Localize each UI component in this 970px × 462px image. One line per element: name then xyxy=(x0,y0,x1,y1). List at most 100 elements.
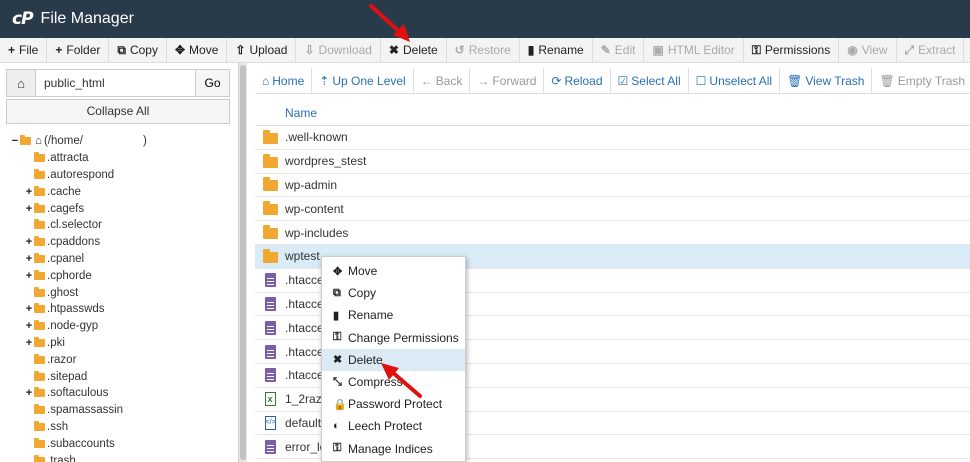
table-row[interactable]: wp-admin xyxy=(255,174,970,198)
menu-item-rename[interactable]: ▮ Rename xyxy=(322,304,465,326)
toolbar-file-button[interactable]: + File xyxy=(0,38,48,62)
file-icon: + xyxy=(8,43,16,57)
collapse-all-button[interactable]: Collapse All xyxy=(6,99,230,124)
folder-icon xyxy=(34,152,45,163)
pane-splitter[interactable] xyxy=(238,63,247,462)
folder-icon xyxy=(34,219,45,230)
toolbar-label: Edit xyxy=(614,43,636,57)
nav-label: Up One Level xyxy=(332,73,406,88)
tree-item[interactable]: .subaccounts xyxy=(10,435,236,452)
menu-item-label: Leech Protect xyxy=(348,419,423,434)
tree-item[interactable]: + .node-gyp xyxy=(10,318,236,335)
folder-icon xyxy=(255,129,285,144)
table-row[interactable]: .well-known xyxy=(255,126,970,150)
nav-view-trash-button[interactable]: 🗑 View Trash xyxy=(780,67,873,94)
expand-icon[interactable]: + xyxy=(24,236,34,248)
nav-unselect-all-button[interactable]: ☐ Unselect All xyxy=(689,67,781,94)
tree-item-label: .node-gyp xyxy=(47,320,99,333)
toolbar-extract-button[interactable]: ⤢ Extract xyxy=(897,38,965,62)
up-one-level-icon: ⇡ xyxy=(319,73,330,88)
tree-item[interactable]: + .cpanel xyxy=(10,251,236,268)
file-name: .well-known xyxy=(285,130,348,145)
table-row[interactable]: wp-includes xyxy=(255,221,970,245)
move-icon: ✥ xyxy=(174,43,186,57)
menu-item-label: Manage Indices xyxy=(348,441,433,456)
tree-item[interactable]: + .cagefs xyxy=(10,200,236,217)
toolbar-restore-button[interactable]: ↺ Restore xyxy=(447,38,520,62)
menu-item-label: Change Permissions xyxy=(348,330,459,345)
tree-item-label: .autorespond xyxy=(47,168,115,181)
nav-reload-button[interactable]: ⟳ Reload xyxy=(544,67,611,94)
empty-trash-icon: 🗑 xyxy=(879,73,895,88)
scrollbar-thumb[interactable] xyxy=(240,65,246,460)
tree-item[interactable]: + .cache xyxy=(10,183,236,200)
menu-item-move[interactable]: ✥ Move xyxy=(322,260,465,282)
home-icon: ⌂ xyxy=(262,73,270,88)
toolbar-permissions-button[interactable]: ⚿ Permissions xyxy=(744,38,840,62)
go-button[interactable]: Go xyxy=(196,69,230,97)
nav-back-button[interactable]: ← Back xyxy=(414,67,471,94)
menu-item-leech-protect[interactable]: ◐ Leech Protect xyxy=(322,415,465,437)
menu-item-label: Move xyxy=(348,264,378,279)
toolbar-upload-button[interactable]: ⇧ Upload xyxy=(227,38,297,62)
copy-icon: ⧉ xyxy=(333,286,341,299)
toolbar-folder-button[interactable]: + Folder xyxy=(47,38,110,62)
collapse-toggle-icon[interactable]: − xyxy=(10,135,20,147)
tree-item-label: .spamassassin xyxy=(47,404,124,417)
tree-item[interactable]: .razor xyxy=(10,351,236,368)
toolbar-copy-button[interactable]: ⧉ Copy xyxy=(109,38,167,62)
expand-icon[interactable]: + xyxy=(24,253,34,265)
view-icon: ◉ xyxy=(847,43,858,57)
tree-item[interactable]: .spamassassin xyxy=(10,402,236,419)
expand-icon[interactable]: + xyxy=(24,203,34,215)
tree-item[interactable]: + .htpasswds xyxy=(10,301,236,318)
nav-forward-button[interactable]: → Forward xyxy=(470,67,545,94)
home-icon[interactable]: ⌂ xyxy=(6,69,36,97)
expand-icon[interactable]: + xyxy=(24,303,34,315)
tree-item-label: .trash xyxy=(47,454,76,462)
tree-item-label: .cphorde xyxy=(47,269,92,282)
tree-item[interactable]: .autorespond xyxy=(10,167,236,184)
expand-icon[interactable]: + xyxy=(24,387,34,399)
menu-item-manage-indices[interactable]: ⚿ Manage Indices xyxy=(322,438,465,460)
expand-icon[interactable]: + xyxy=(24,186,34,198)
tree-root[interactable]: − ⌂ (/home/ ) xyxy=(10,133,236,150)
unselect-all-icon: ☐ xyxy=(695,73,707,88)
nav-up-one-level-button[interactable]: ⇡ Up One Level xyxy=(312,67,414,94)
tree-item[interactable]: + .cpaddons xyxy=(10,234,236,251)
tree-item[interactable]: + .softaculous xyxy=(10,385,236,402)
tree-item[interactable]: .sitepad xyxy=(10,368,236,385)
menu-item-copy[interactable]: ⧉ Copy xyxy=(322,282,465,304)
folder-icon xyxy=(34,236,45,247)
table-row[interactable]: wordpres_stest xyxy=(255,150,970,174)
nav-empty-trash-button[interactable]: 🗑 Empty Trash xyxy=(872,68,970,94)
tree-item[interactable]: + .pki xyxy=(10,335,236,352)
tree-item[interactable]: .attracta xyxy=(10,150,236,167)
folder-icon xyxy=(34,303,45,314)
tree-item[interactable]: + .cphorde xyxy=(10,267,236,284)
tree-item-label: .sitepad xyxy=(47,370,88,383)
forward-icon: → xyxy=(477,73,490,88)
menu-item-change-permissions[interactable]: ⚿ Change Permissions xyxy=(322,327,465,349)
toolbar-move-button[interactable]: ✥ Move xyxy=(167,38,228,62)
expand-icon[interactable]: + xyxy=(24,270,34,282)
toolbar-edit-button[interactable]: ✎ Edit xyxy=(593,38,645,62)
tree-item[interactable]: .cl.selector xyxy=(10,217,236,234)
tree-item[interactable]: .trash xyxy=(10,452,236,462)
expand-icon[interactable]: + xyxy=(24,320,34,332)
folder-icon xyxy=(255,153,285,168)
toolbar-html-editor-button[interactable]: ▣ HTML Editor xyxy=(644,38,744,62)
column-header-name[interactable]: Name xyxy=(255,100,970,126)
toolbar-rename-button[interactable]: ▮ Rename xyxy=(520,38,593,62)
toolbar-view-button[interactable]: ◉ View xyxy=(839,38,897,62)
tree-item[interactable]: .ssh xyxy=(10,419,236,436)
compress-icon: ⤡ xyxy=(333,375,342,388)
folder-icon xyxy=(34,336,45,347)
nav-select-all-button[interactable]: ☑ Select All xyxy=(611,67,689,94)
path-input[interactable] xyxy=(36,69,196,97)
tree-item-label: .ghost xyxy=(47,286,79,299)
table-row[interactable]: wp-content xyxy=(255,197,970,222)
tree-item[interactable]: .ghost xyxy=(10,284,236,301)
nav-home-button[interactable]: ⌂ Home xyxy=(255,67,313,94)
expand-icon[interactable]: + xyxy=(24,337,34,349)
